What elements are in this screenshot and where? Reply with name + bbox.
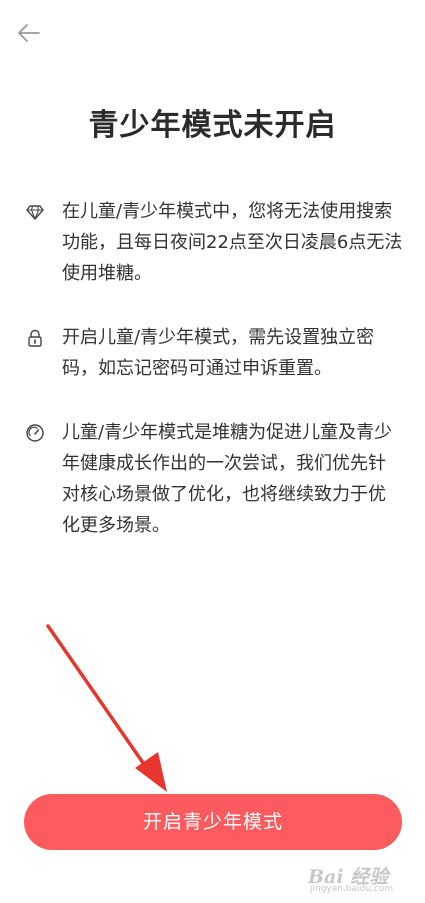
info-item-search-restriction: 在儿童/青少年模式中，您将无法使用搜索功能，且每日夜间22点至次日凌晨6点无法使… [0,196,425,289]
info-item-text: 开启儿童/青少年模式，需先设置独立密码，如忘记密码可通过申诉重置。 [62,327,375,379]
info-list: 在儿童/青少年模式中，您将无法使用搜索功能，且每日夜间22点至次日凌晨6点无法使… [0,196,425,541]
info-item-password: 开启儿童/青少年模式，需先设置独立密码，如忘记密码可通过申诉重置。 [0,322,425,384]
diamond-icon [25,202,45,222]
info-item-text: 在儿童/青少年模式中，您将无法使用搜索功能，且每日夜间22点至次日凌晨6点无法使… [62,201,403,284]
arrow-left-icon [14,18,44,48]
lock-icon [25,328,45,348]
info-item-optimization: 儿童/青少年模式是堆糖为促进儿童及青少年健康成长作出的一次尝试，我们优先针对核心… [0,417,425,541]
back-button[interactable] [14,18,44,48]
enable-teen-mode-button[interactable]: 开启青少年模式 [24,794,402,850]
gauge-icon [25,423,45,443]
info-item-text: 儿童/青少年模式是堆糖为促进儿童及青少年健康成长作出的一次尝试，我们优先针对核心… [62,422,393,536]
baidu-jingyan-watermark: Bai 经验 jingyan.baidu.com [306,862,418,896]
watermark-sub: jingyan.baidu.com [310,884,394,894]
page-title: 青少年模式未开启 [88,108,337,143]
